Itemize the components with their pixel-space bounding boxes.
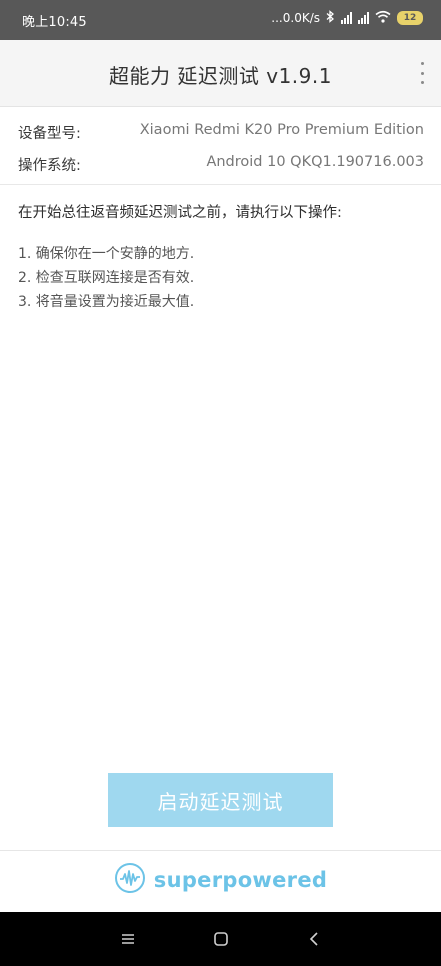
device-model-row: 设备型号: Xiaomi Redmi K20 Pro Premium Editi… [18,122,424,143]
list-item: 1. 确保你在一个安静的地方. [18,246,195,262]
list-item: 2. 检查互联网连接是否有效. [18,270,195,286]
status-icons: ...0.0K/s 12 [271,10,423,26]
superpowered-logo-icon [114,862,146,898]
list-item: 3. 将音量设置为接近最大值. [18,294,195,310]
signal-hd-icon [341,12,352,24]
brand-footer: superpowered [0,862,441,898]
instructions-intro: 在开始总往返音频延迟测试之前，请执行以下操作: [18,205,342,221]
device-model-label: 设备型号: [18,126,81,142]
home-icon[interactable] [211,929,231,949]
bluetooth-icon [326,10,335,26]
app-bar: 超能力 延迟测试 v1.9.1 [0,40,441,107]
device-model-value: Xiaomi Redmi K20 Pro Premium Edition [139,122,424,138]
os-label: 操作系统: [18,158,81,174]
signal-hd-icon [358,12,369,24]
page-title: 超能力 延迟测试 v1.9.1 [109,64,332,88]
brand-name: superpowered [153,868,328,892]
device-info: 设备型号: Xiaomi Redmi K20 Pro Premium Editi… [0,107,441,185]
menu-icon[interactable] [118,929,138,949]
os-value: Android 10 QKQ1.190716.003 [206,154,424,170]
os-row: 操作系统: Android 10 QKQ1.190716.003 [18,154,424,175]
status-bar: 晚上10:45 ...0.0K/s 12 [0,0,441,40]
instruction-steps: 1. 确保你在一个安静的地方. 2. 检查互联网连接是否有效. 3. 将音量设置… [18,242,194,314]
battery-icon: 12 [397,11,423,25]
network-speed: ...0.0K/s [271,11,320,25]
navigation-bar [0,912,441,966]
more-vert-icon[interactable] [419,62,425,84]
footer-divider [0,850,441,851]
back-icon[interactable] [304,929,324,949]
start-latency-test-button[interactable]: 启动延迟测试 [108,773,333,827]
wifi-icon [375,10,391,26]
status-time: 晚上10:45 [22,15,87,30]
